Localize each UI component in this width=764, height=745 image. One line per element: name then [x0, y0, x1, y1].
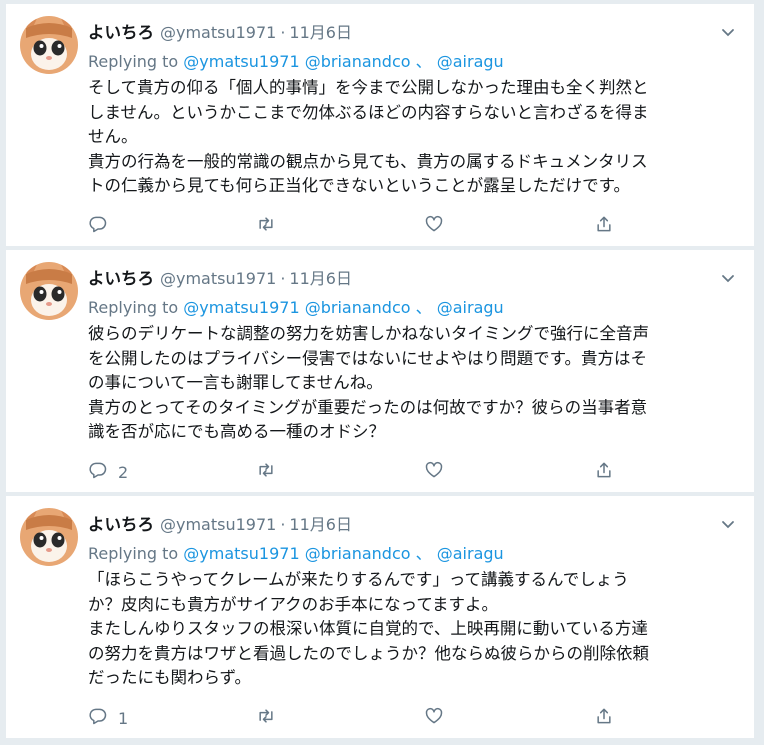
user-handle[interactable]: @ymatsu1971	[160, 269, 276, 288]
timeline: よいちろ @ymatsu1971 · 11月6日 Replying to @ymats…	[6, 4, 754, 742]
replying-to: Replying to @ymatsu1971 @brianandco 、 @a…	[88, 50, 734, 74]
retweet-icon	[256, 460, 276, 484]
tweet-line: そして貴方の仰る「個人的事情」を今まで公開しなかった理由も全く判然と	[88, 78, 649, 97]
replying-label: Replying to	[88, 544, 179, 563]
heart-icon	[424, 706, 444, 730]
avatar[interactable]	[20, 16, 78, 74]
reply-icon	[88, 706, 108, 730]
reply-button[interactable]	[88, 214, 118, 238]
share-button[interactable]	[594, 460, 614, 484]
chevron-down-icon[interactable]	[720, 270, 736, 286]
share-icon	[594, 460, 614, 484]
tweet-line: の事について一言も謝罪してませんね。	[88, 373, 383, 392]
share-icon	[594, 214, 614, 238]
reply-icon	[88, 460, 108, 484]
retweet-icon	[256, 706, 276, 730]
mention-link[interactable]: @brianandco	[305, 298, 411, 317]
display-name[interactable]: よいちろ	[88, 515, 154, 534]
reply-count: 2	[118, 462, 129, 482]
chevron-down-icon[interactable]	[720, 24, 736, 40]
tweet-line: トの仁義から見ても何ら正当化できないということが露呈しただけです。	[88, 176, 631, 195]
tweet-actions: 1	[88, 706, 628, 730]
mention-link[interactable]: @brianandco	[305, 52, 411, 71]
heart-icon	[424, 214, 444, 238]
retweet-button[interactable]	[256, 214, 276, 238]
mention-separator: 、	[415, 52, 432, 71]
mention-separator: 、	[415, 544, 432, 563]
mention-link[interactable]: @ymatsu1971	[183, 298, 299, 317]
tweet-line: 識を否が応にでも高める一種のオドシ？	[88, 422, 385, 441]
mention-link[interactable]: @airagu	[437, 52, 504, 71]
tweet-text: 彼らのデリケートな調整の努力を妨害しかねないタイミングで強行に全音声 を公開した…	[88, 322, 728, 445]
tweet-date[interactable]: 11月6日	[289, 269, 352, 288]
tweet[interactable]: よいちろ @ymatsu1971 · 11月6日 Replying to @ymats…	[6, 496, 754, 739]
tweet-header: よいちろ @ymatsu1971 · 11月6日	[88, 267, 734, 291]
share-button[interactable]	[594, 214, 614, 238]
tweet-date[interactable]: 11月6日	[289, 515, 352, 534]
heart-icon	[424, 460, 444, 484]
separator-dot: ·	[280, 515, 286, 534]
mention-link[interactable]: @ymatsu1971	[183, 52, 299, 71]
mention-link[interactable]: @ymatsu1971	[183, 544, 299, 563]
retweet-button[interactable]	[256, 706, 276, 730]
mention-link[interactable]: @airagu	[437, 544, 504, 563]
reply-button[interactable]: 1	[88, 706, 128, 730]
tweet-line: か？皮肉にも貴方がサイアクのお手本になってますよ。	[88, 594, 499, 614]
separator-dot: ·	[280, 23, 286, 42]
reply-button[interactable]: 2	[88, 460, 128, 484]
user-handle[interactable]: @ymatsu1971	[160, 23, 276, 42]
tweet-line: またしんゆりスタッフの根深い体質に自覚的で、上映再開に動いている方達	[88, 619, 648, 638]
reply-count: 1	[118, 708, 129, 728]
display-name[interactable]: よいちろ	[88, 23, 154, 42]
replying-label: Replying to	[88, 298, 179, 317]
tweet[interactable]: よいちろ @ymatsu1971 · 11月6日 Replying to @ymats…	[6, 4, 754, 247]
retweet-icon	[256, 214, 276, 238]
display-name[interactable]: よいちろ	[88, 269, 154, 288]
tweet-line: 貴方の行為を一般的常識の観点から見ても、貴方の属するドキュメンタリス	[88, 151, 648, 171]
separator-dot: ·	[280, 269, 286, 288]
tweet-actions: 2	[88, 460, 628, 484]
replying-label: Replying to	[88, 52, 179, 71]
mention-link[interactable]: @brianandco	[305, 544, 411, 563]
user-handle[interactable]: @ymatsu1971	[160, 515, 276, 534]
retweet-button[interactable]	[256, 460, 276, 484]
replying-to: Replying to @ymatsu1971 @brianandco 、 @a…	[88, 542, 734, 566]
avatar[interactable]	[20, 262, 78, 320]
tweet[interactable]: よいちろ @ymatsu1971 · 11月6日 Replying to @ymats…	[6, 250, 754, 493]
tweet-line: を公開したのはプライバシー侵害ではないにせよやはり問題です。貴方はそ	[88, 348, 648, 368]
mention-separator: 、	[415, 298, 432, 317]
tweet-text: そして貴方の仰る「個人的事情」を今まで公開しなかった理由も全く判然と しません。…	[88, 76, 728, 199]
reply-icon	[88, 214, 108, 238]
chevron-down-icon[interactable]	[720, 516, 736, 532]
tweet-line: の努力を貴方はワザと看過したのでしょうか？他ならぬ彼らからの削除依頼	[88, 643, 649, 663]
tweet-text: 「ほらこうやってクレームが来たりするんです」って講義するんでしょう か？皮肉にも…	[88, 568, 728, 691]
tweet-line: しません。というかここまで勿体ぶるほどの内容すらないと言わざるを得ま	[88, 102, 649, 122]
replying-to: Replying to @ymatsu1971 @brianandco 、 @a…	[88, 296, 734, 320]
tweet-line: 「ほらこうやってクレームが来たりするんです」って講義するんでしょう	[88, 570, 629, 589]
tweet-header: よいちろ @ymatsu1971 · 11月6日	[88, 513, 734, 537]
like-button[interactable]	[424, 460, 444, 484]
mention-link[interactable]: @airagu	[437, 298, 504, 317]
avatar[interactable]	[20, 508, 78, 566]
tweet-line: 貴方のとってそのタイミングが重要だったのは何故ですか？彼らの当事者意	[88, 397, 648, 417]
tweet-actions	[88, 214, 628, 238]
tweet-date[interactable]: 11月6日	[289, 23, 352, 42]
tweet-header: よいちろ @ymatsu1971 · 11月6日	[88, 21, 734, 45]
tweet-line: 彼らのデリケートな調整の努力を妨害しかねないタイミングで強行に全音声	[88, 324, 649, 343]
tweet-line: だったにも関わらず。	[88, 668, 252, 687]
tweet-line: せん。	[88, 127, 138, 146]
like-button[interactable]	[424, 706, 444, 730]
share-button[interactable]	[594, 706, 614, 730]
share-icon	[594, 706, 614, 730]
like-button[interactable]	[424, 214, 444, 238]
